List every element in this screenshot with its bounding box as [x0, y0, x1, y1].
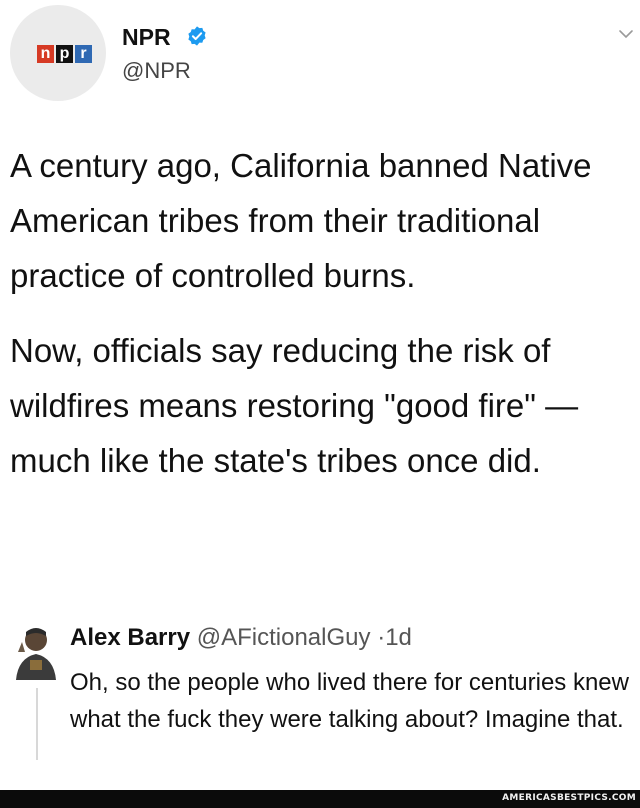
tweet-text: A century ago, California banned Native … — [10, 138, 630, 508]
logo-letter-p: p — [56, 45, 73, 63]
tweet-header: n p r NPR @NPR — [0, 0, 640, 110]
reply-author-handle[interactable]: @AFictionalGuy — [197, 624, 371, 651]
npr-logo: n p r — [37, 45, 92, 63]
tweet-paragraph: A century ago, California banned Native … — [10, 147, 592, 294]
verified-badge-icon — [188, 26, 206, 46]
reply-text: Oh, so the people who lived there for ce… — [70, 669, 629, 733]
reply-tweet[interactable]: Alex Barry @AFictionalGuy ·1d Oh, so the… — [0, 610, 640, 790]
author-handle[interactable]: @NPR — [122, 58, 191, 84]
author-name[interactable]: NPR — [122, 24, 171, 51]
reply-avatar[interactable] — [12, 622, 60, 682]
chevron-down-icon[interactable] — [618, 28, 634, 40]
reply-author-name[interactable]: Alex Barry — [70, 624, 190, 651]
reply-timestamp[interactable]: 1d — [385, 624, 412, 651]
site-watermark: AMERICASBESTPICS.COM — [502, 793, 636, 803]
thread-line — [36, 688, 38, 760]
npr-avatar[interactable]: n p r — [10, 5, 106, 101]
logo-letter-r: r — [75, 45, 92, 63]
watermark-bar: AMERICASBESTPICS.COM — [0, 790, 640, 808]
tweet-paragraph: Now, officials say reducing the risk of … — [10, 332, 579, 479]
logo-letter-n: n — [37, 45, 54, 63]
reply-separator: · — [377, 624, 386, 651]
reply-header: Alex Barry @AFictionalGuy ·1d — [70, 624, 412, 652]
